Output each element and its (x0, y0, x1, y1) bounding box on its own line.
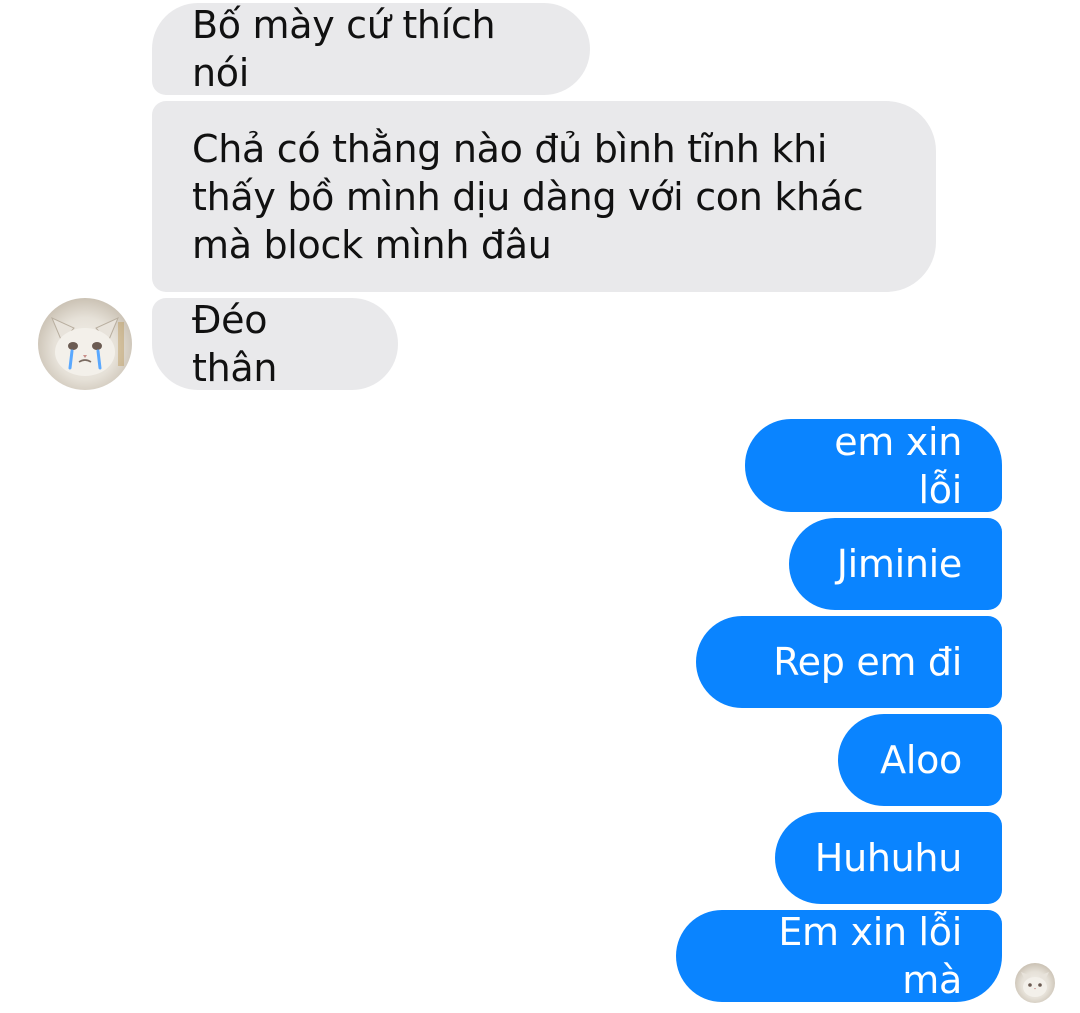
cat-face-icon (51, 317, 124, 376)
message-text: em xin lỗi (834, 419, 962, 512)
outgoing-message-bubble[interactable]: Rep em đi (696, 616, 1002, 708)
message-text: Đéo thân (192, 298, 278, 390)
cat-read-receipt-icon (1015, 963, 1055, 1003)
message-text: Chả có thằng nào đủ bình tĩnh khi thấy b… (192, 126, 864, 267)
message-text: Rep em đi (773, 640, 962, 684)
message-text: Jiminie (836, 542, 963, 586)
message-text: Huhuhu (814, 836, 963, 880)
outgoing-message-bubble[interactable]: em xin lỗi (745, 419, 1002, 512)
incoming-message-bubble[interactable]: Chả có thằng nào đủ bình tĩnh khi thấy b… (152, 101, 936, 292)
crying-cat-avatar-icon[interactable] (38, 298, 132, 390)
message-text: Aloo (880, 738, 962, 782)
cat-face-icon (1021, 972, 1049, 997)
message-text: Bố mày cứ thích nói (192, 3, 496, 95)
incoming-message-bubble[interactable]: Bố mày cứ thích nói (152, 3, 590, 95)
incoming-message-bubble[interactable]: Đéo thân (152, 298, 398, 390)
outgoing-message-bubble[interactable]: Aloo (838, 714, 1002, 806)
outgoing-message-bubble[interactable]: Jiminie (789, 518, 1002, 610)
outgoing-message-bubble[interactable]: Em xin lỗi mà (676, 910, 1002, 1002)
message-text: Em xin lỗi mà (778, 910, 962, 1002)
outgoing-message-bubble[interactable]: Huhuhu (775, 812, 1002, 904)
